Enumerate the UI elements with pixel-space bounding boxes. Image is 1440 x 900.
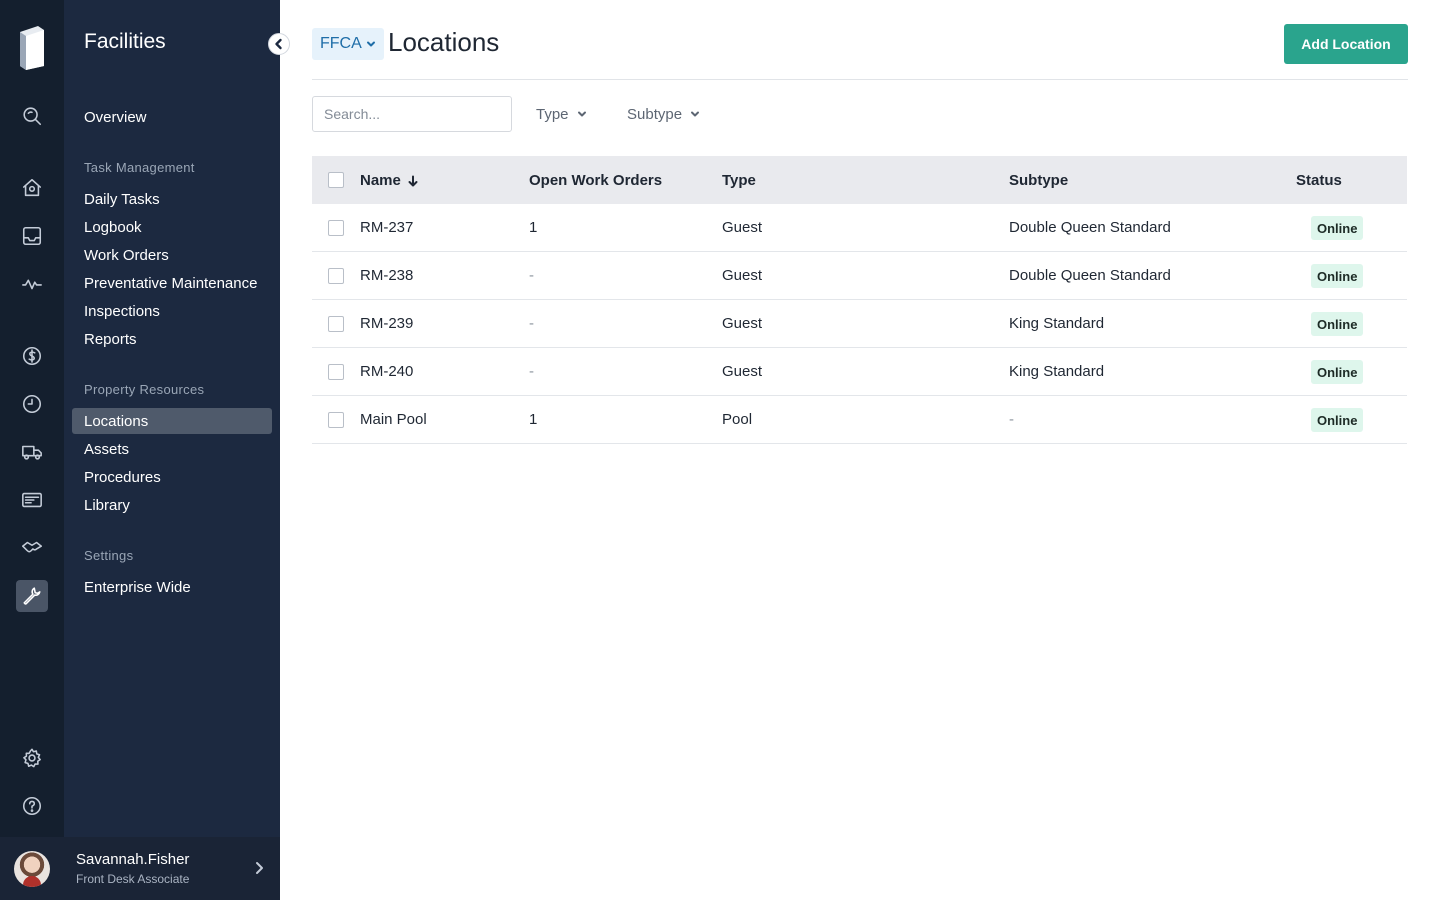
chevron-down-icon	[691, 111, 700, 117]
section-property-resources: Property Resources	[84, 382, 205, 397]
subtype-filter-dropdown[interactable]: Subtype	[627, 104, 700, 124]
sidebar-item-preventative-maintenance[interactable]: Preventative Maintenance	[72, 270, 272, 296]
clock-icon[interactable]	[16, 388, 48, 420]
column-header-status[interactable]: Status	[1296, 172, 1342, 189]
column-header-name-label: Name	[360, 172, 401, 189]
cell-subtype: King Standard	[1009, 363, 1105, 380]
header-divider	[312, 79, 1408, 80]
chevron-down-icon	[366, 41, 375, 47]
sidebar-item-enterprise-wide[interactable]: Enterprise Wide	[72, 574, 272, 600]
column-header-subtype[interactable]: Subtype	[1009, 172, 1068, 189]
cell-type: Guest	[722, 315, 763, 332]
cell-name[interactable]: RM-239	[360, 315, 413, 332]
row-checkbox[interactable]	[328, 364, 344, 380]
sidebar-item-reports[interactable]: Reports	[72, 326, 272, 352]
cell-subtype: Double Queen Standard	[1009, 219, 1171, 236]
chevron-left-icon	[275, 38, 282, 50]
org-selector[interactable]: FFCA	[312, 28, 384, 60]
column-header-type[interactable]: Type	[722, 172, 756, 189]
cell-type: Guest	[722, 363, 763, 380]
page-title: Locations	[388, 27, 500, 57]
cell-name[interactable]: Main Pool	[360, 411, 427, 428]
status-badge: Online	[1311, 216, 1364, 240]
handshake-icon[interactable]	[16, 532, 48, 564]
arrow-down-icon	[408, 175, 418, 186]
avatar	[14, 851, 50, 887]
section-settings: Settings	[84, 548, 134, 563]
sidebar-panel: Facilities Overview Task Management Dail…	[64, 0, 280, 900]
dollar-icon[interactable]	[16, 340, 48, 372]
search-input[interactable]	[312, 96, 512, 132]
ticket-icon[interactable]	[16, 484, 48, 516]
sidebar-item-library[interactable]: Library	[72, 492, 272, 518]
column-header-open-work-orders[interactable]: Open Work Orders	[529, 172, 662, 189]
cell-subtype: -	[1009, 411, 1014, 428]
logo-icon[interactable]	[18, 26, 46, 70]
org-label: FFCA	[320, 35, 362, 52]
sidebar-item-locations[interactable]: Locations	[72, 408, 272, 434]
wrench-icon[interactable]	[16, 580, 48, 612]
cell-subtype: King Standard	[1009, 315, 1105, 332]
type-filter-dropdown[interactable]: Type	[536, 104, 587, 124]
status-badge: Online	[1311, 360, 1364, 384]
section-task-management: Task Management	[84, 160, 195, 175]
table-row[interactable]: Main Pool 1 Pool - Online	[312, 396, 1407, 444]
add-location-button[interactable]: Add Location	[1284, 24, 1408, 64]
status-badge: Online	[1311, 264, 1364, 288]
cell-name[interactable]: RM-240	[360, 363, 413, 380]
cell-subtype: Double Queen Standard	[1009, 267, 1171, 284]
row-checkbox[interactable]	[328, 412, 344, 428]
row-checkbox[interactable]	[328, 268, 344, 284]
cell-type: Pool	[722, 411, 753, 428]
search-icon[interactable]	[16, 100, 48, 132]
cell-open-work-orders: 1	[529, 219, 538, 236]
select-all-checkbox[interactable]	[328, 172, 344, 188]
sidebar-item-overview[interactable]: Overview	[72, 104, 272, 130]
table-row[interactable]: RM-240 - Guest King Standard Online	[312, 348, 1407, 396]
cell-open-work-orders: -	[529, 267, 534, 284]
cell-open-work-orders: 1	[529, 411, 538, 428]
sidebar-item-inspections[interactable]: Inspections	[72, 298, 272, 324]
sidebar-item-daily-tasks[interactable]: Daily Tasks	[72, 186, 272, 212]
icon-rail	[0, 0, 64, 900]
sidebar-item-work-orders[interactable]: Work Orders	[72, 242, 272, 268]
cell-open-work-orders: -	[529, 363, 534, 380]
user-profile-bar[interactable]: Savannah.Fisher Front Desk Associate	[0, 837, 280, 900]
sidebar-item-assets[interactable]: Assets	[72, 436, 272, 462]
sidebar-item-logbook[interactable]: Logbook	[72, 214, 272, 240]
gear-icon[interactable]	[16, 742, 48, 774]
cell-name[interactable]: RM-237	[360, 219, 413, 236]
row-checkbox[interactable]	[328, 316, 344, 332]
truck-icon[interactable]	[16, 436, 48, 468]
collapse-sidebar-button[interactable]	[268, 33, 290, 55]
chevron-down-icon	[577, 111, 586, 117]
help-icon[interactable]	[16, 790, 48, 822]
status-badge: Online	[1311, 312, 1364, 336]
user-name: Savannah.Fisher	[76, 851, 190, 868]
inbox-icon[interactable]	[16, 220, 48, 252]
activity-icon[interactable]	[16, 268, 48, 300]
cell-type: Guest	[722, 267, 763, 284]
column-header-name[interactable]: Name	[360, 172, 419, 189]
locations-table: Name Open Work Orders Type Subtype Statu…	[312, 156, 1407, 444]
table-header: Name Open Work Orders Type Subtype Statu…	[312, 156, 1407, 204]
home-icon[interactable]	[16, 172, 48, 204]
table-row[interactable]: RM-238 - Guest Double Queen Standard Onl…	[312, 252, 1407, 300]
cell-name[interactable]: RM-238	[360, 267, 413, 284]
type-filter-label: Type	[536, 105, 569, 123]
chevron-right-icon	[252, 861, 266, 875]
cell-type: Guest	[722, 219, 763, 236]
user-role: Front Desk Associate	[76, 872, 190, 886]
table-row[interactable]: RM-237 1 Guest Double Queen Standard Onl…	[312, 204, 1407, 252]
status-badge: Online	[1311, 408, 1364, 432]
sidebar-item-procedures[interactable]: Procedures	[72, 464, 272, 490]
row-checkbox[interactable]	[328, 220, 344, 236]
table-row[interactable]: RM-239 - Guest King Standard Online	[312, 300, 1407, 348]
sidebar-title: Facilities	[84, 30, 166, 53]
cell-open-work-orders: -	[529, 315, 534, 332]
subtype-filter-label: Subtype	[627, 105, 683, 123]
